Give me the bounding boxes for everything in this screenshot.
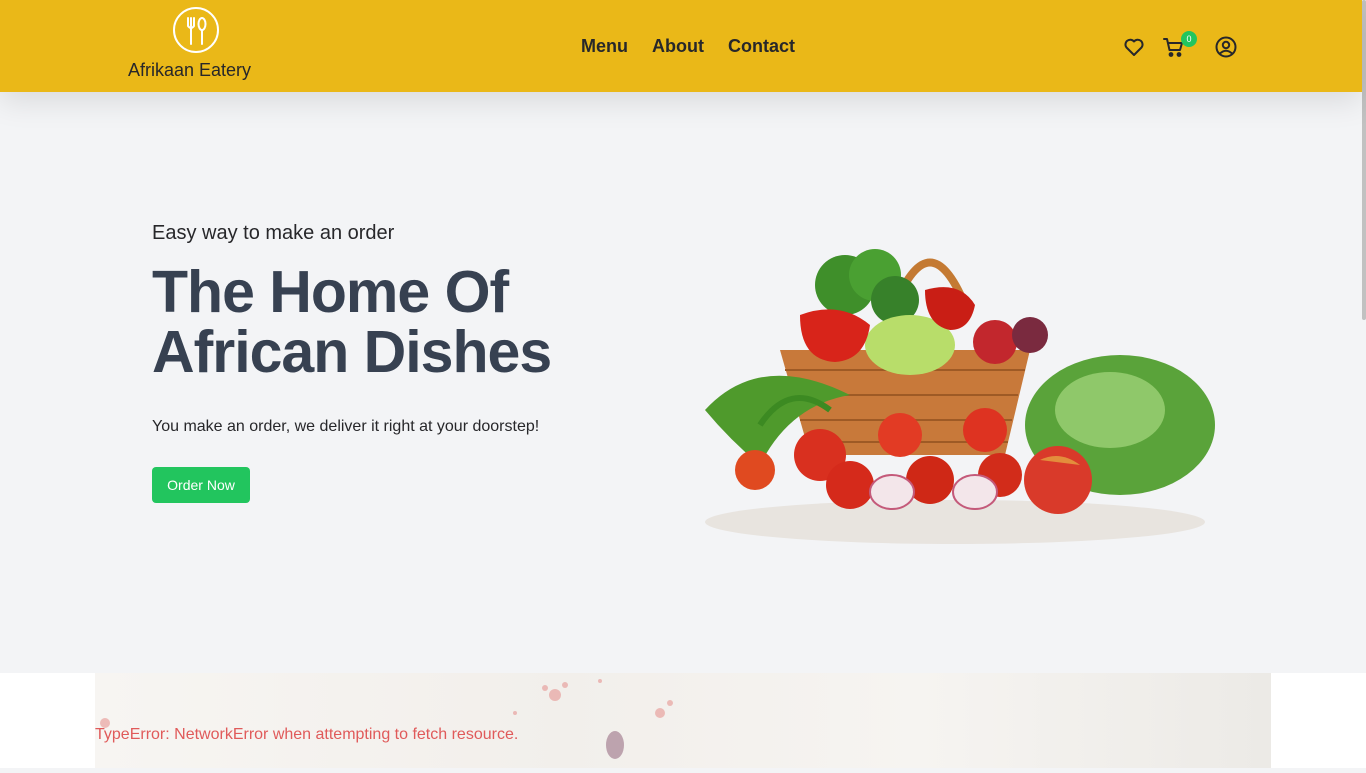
nav-menu[interactable]: Menu: [581, 36, 628, 57]
main-nav: Menu About Contact: [581, 36, 795, 57]
section-banner: [95, 673, 1271, 768]
heart-icon[interactable]: [1122, 35, 1146, 64]
cart-count-badge: 0: [1181, 31, 1197, 47]
brand-name: Afrikaan Eatery: [128, 60, 252, 80]
scrollbar[interactable]: [1362, 0, 1366, 320]
brand-logo[interactable]: Afrikaan Eatery: [128, 7, 268, 87]
vegetable-basket-image: [700, 230, 1220, 555]
hero-title: The Home Of African Dishes: [152, 262, 672, 382]
site-header: Afrikaan Eatery Menu About Contact 0: [0, 0, 1362, 92]
nav-about[interactable]: About: [652, 36, 704, 57]
error-message: TypeError: NetworkError when attempting …: [95, 726, 519, 743]
hero-title-line2: African Dishes: [152, 319, 552, 385]
hero-title-line1: The Home Of: [152, 259, 509, 325]
hero-description: You make an order, we deliver it right a…: [152, 418, 540, 435]
utensils-icon: [173, 7, 219, 53]
user-circle-icon[interactable]: [1214, 35, 1238, 64]
hero-subtitle: Easy way to make an order: [152, 222, 395, 244]
order-now-button[interactable]: Order Now: [152, 467, 250, 503]
nav-contact[interactable]: Contact: [728, 36, 795, 57]
